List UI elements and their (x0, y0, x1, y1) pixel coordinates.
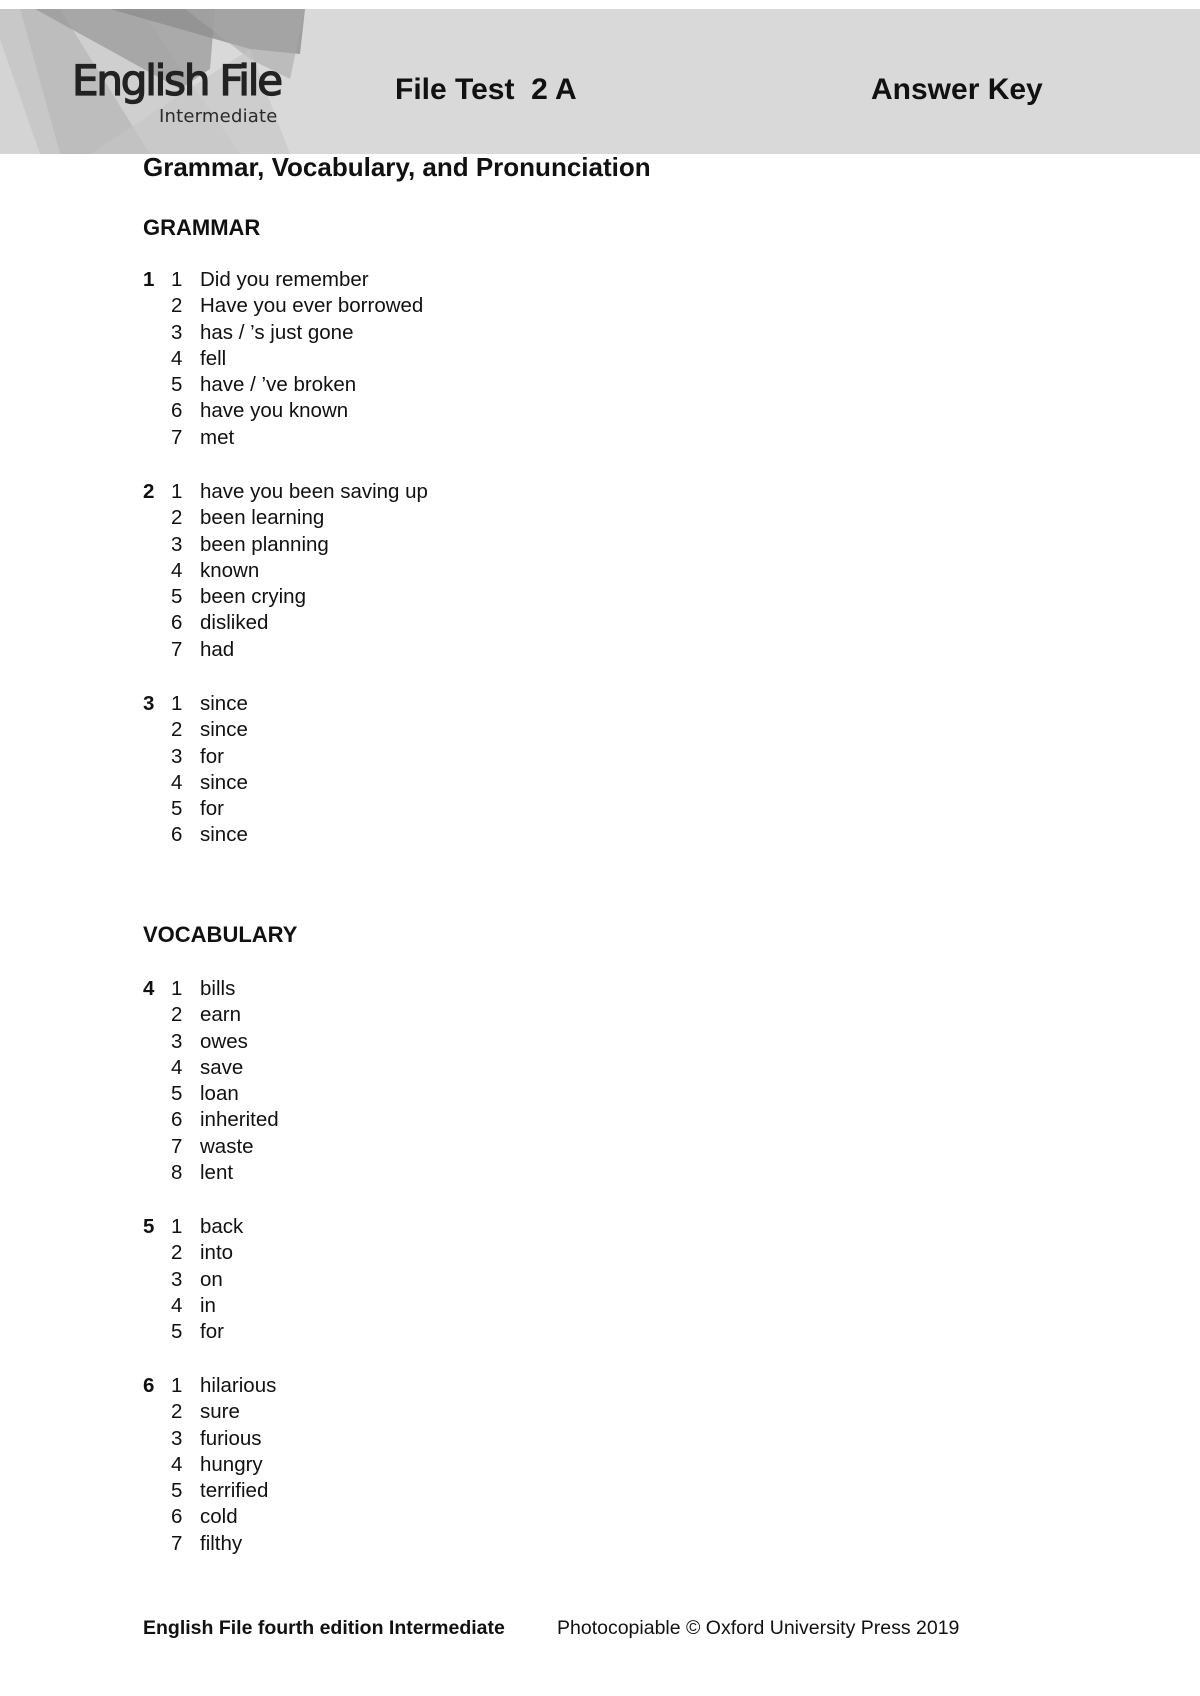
item-number: 1 (171, 268, 183, 291)
answer-text: for (200, 797, 224, 821)
item-number: 2 (171, 1003, 183, 1027)
answer-text: into (200, 1241, 234, 1265)
item-number: 2 (171, 1241, 183, 1265)
answer-text: been planning (200, 532, 329, 556)
answer-text: for (200, 744, 224, 768)
item-number: 7 (171, 1531, 183, 1555)
exercise-number: 3 (143, 692, 155, 715)
item-number: 2 (171, 294, 183, 318)
item-number: 7 (171, 425, 183, 449)
item-number: 4 (171, 1452, 183, 1476)
exercise-number: 5 (143, 1215, 155, 1238)
item-number: 4 (171, 1293, 183, 1317)
footer-copyright: Photocopiable © Oxford University Press … (557, 1617, 960, 1639)
item-number: 5 (171, 1320, 183, 1344)
item-number: 2 (171, 718, 183, 742)
item-number: 1 (171, 1374, 183, 1397)
answer-text: in (200, 1293, 216, 1317)
item-number: 3 (171, 1029, 183, 1053)
answer-text: furious (200, 1426, 262, 1450)
answer-text: sure (200, 1400, 240, 1424)
answer-text: back (200, 1215, 244, 1238)
answer-text: fell (200, 346, 227, 370)
section-heading-grammar: GRAMMAR (143, 215, 261, 240)
answer-text: Have you ever borrowed (200, 294, 424, 318)
item-number: 7 (171, 1134, 183, 1158)
item-number: 5 (171, 797, 183, 821)
item-number: 1 (171, 480, 183, 503)
answer-text: met (200, 425, 235, 449)
exercise-number: 1 (143, 268, 155, 291)
answer-text: lent (200, 1161, 234, 1185)
exercise-number: 2 (143, 480, 155, 503)
logo-title: English File (71, 56, 283, 105)
page-title: Grammar, Vocabulary, and Pronunciation (143, 152, 651, 182)
item-number: 5 (171, 1479, 183, 1503)
item-number: 1 (171, 1215, 183, 1238)
answer-text: filthy (200, 1531, 243, 1555)
item-number: 4 (171, 346, 183, 370)
answer-text: since (200, 823, 248, 847)
item-number: 3 (171, 532, 183, 556)
item-number: 2 (171, 506, 183, 530)
item-number: 3 (171, 320, 183, 344)
answer-text: has / ’s just gone (200, 320, 354, 344)
logo-subtitle: Intermediate (159, 106, 278, 127)
item-number: 5 (171, 1082, 183, 1106)
item-number: 6 (171, 611, 183, 635)
item-number: 6 (171, 399, 183, 423)
item-number: 3 (171, 744, 183, 768)
item-number: 6 (171, 823, 183, 847)
item-number: 8 (171, 1161, 183, 1185)
item-number: 6 (171, 1505, 183, 1529)
answer-text: since (200, 692, 248, 715)
answer-text: known (200, 558, 260, 582)
item-number: 3 (171, 1426, 183, 1450)
answer-text: been learning (200, 506, 325, 530)
answer-text: hilarious (200, 1374, 277, 1397)
answer-text: loan (200, 1082, 239, 1106)
item-number: 4 (171, 1055, 183, 1079)
answer-text: earn (200, 1003, 242, 1027)
answer-text: have / ’ve broken (200, 373, 357, 397)
answer-text: disliked (200, 611, 269, 635)
answer-text: hungry (200, 1452, 263, 1476)
footer-edition: English File fourth edition Intermediate (143, 1617, 505, 1639)
item-number: 5 (171, 585, 183, 609)
answer-text: have you known (200, 399, 349, 423)
item-number: 3 (171, 1267, 183, 1291)
answer-text: had (200, 637, 235, 661)
answer-text: since (200, 770, 248, 794)
item-number: 5 (171, 373, 183, 397)
answer-text: on (200, 1267, 223, 1291)
exercise-number: 6 (143, 1374, 155, 1397)
answer-text: cold (200, 1505, 238, 1529)
answer-text: have you been saving up (200, 480, 428, 503)
answer-text: Did you remember (200, 268, 369, 291)
answer-text: waste (200, 1134, 254, 1158)
answer-text: owes (200, 1029, 248, 1053)
answer-text: terrified (200, 1479, 269, 1503)
item-number: 1 (171, 977, 183, 1000)
exercise-number: 4 (143, 977, 155, 1000)
item-number: 4 (171, 558, 183, 582)
item-number: 7 (171, 637, 183, 661)
item-number: 6 (171, 1108, 183, 1132)
item-number: 4 (171, 770, 183, 794)
item-number: 2 (171, 1400, 183, 1424)
header-band: English File Intermediate File Test 2 A … (0, 9, 1200, 154)
doc-type-label: Answer Key (871, 73, 1043, 106)
test-title: File Test 2 A (395, 73, 577, 106)
answer-text: since (200, 718, 248, 742)
section-heading-vocabulary: VOCABULARY (143, 922, 298, 947)
answer-text: been crying (200, 585, 306, 609)
item-number: 1 (171, 692, 183, 715)
answer-text: bills (200, 977, 236, 1000)
answer-text: inherited (200, 1108, 279, 1132)
answer-text: for (200, 1320, 224, 1344)
answer-text: save (200, 1055, 244, 1079)
